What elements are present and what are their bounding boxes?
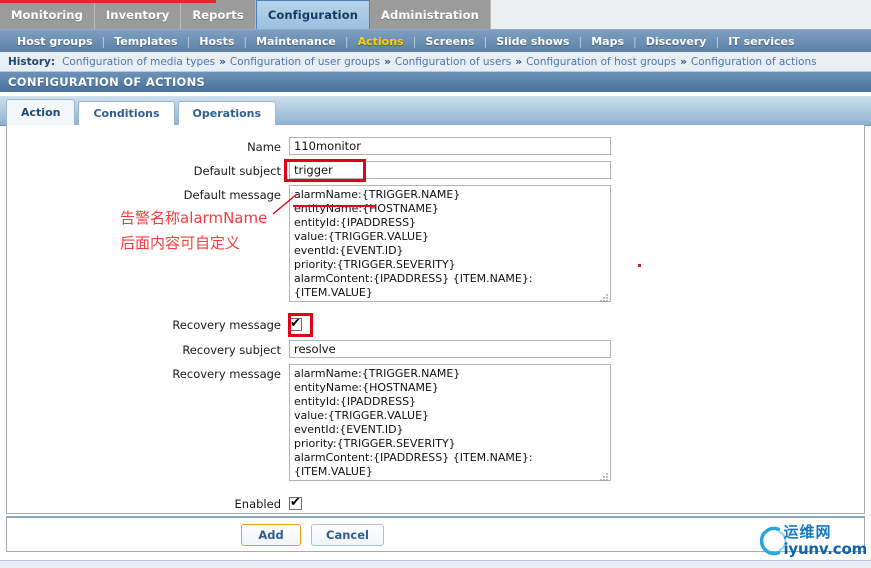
main-navigation-tabs: Monitoring Inventory Reports Configurati… [0,0,491,29]
sub-tab-screens[interactable]: Screens [416,35,483,48]
form-tab-strip: Action Conditions Operations [0,96,871,126]
main-tab-administration[interactable]: Administration [370,0,491,29]
recovery-message-toggle-label: Recovery message [172,318,281,332]
form-row-name: Name [7,137,864,155]
main-tab-monitoring[interactable]: Monitoring [0,0,95,29]
breadcrumb-separator: » [219,55,226,68]
form-row-enabled: Enabled [7,494,864,511]
form-row-default-message: Default message alarmName:{TRIGGER.NAME}… [7,185,864,305]
form-row-recovery-message: Recovery message alarmName:{TRIGGER.NAME… [7,364,864,484]
form-row-recovery-subject: Recovery subject [7,340,864,358]
sub-tab-host-groups[interactable]: Host groups [8,35,102,48]
main-tab-configuration[interactable]: Configuration [255,0,370,29]
page-bottom-edge [0,560,871,568]
breadcrumb-label: History: [8,55,56,68]
sub-tab-actions[interactable]: Actions [349,35,413,48]
add-button[interactable]: Add [241,523,301,546]
breadcrumb-separator: » [680,55,687,68]
recovery-message-checkbox[interactable] [289,316,302,331]
default-message-textarea[interactable]: alarmName:{TRIGGER.NAME} entityName:{HOS… [289,185,611,302]
default-subject-label: Default subject [193,164,281,178]
page-title: CONFIGURATION OF ACTIONS [0,72,871,92]
breadcrumb-item-user-groups[interactable]: Configuration of user groups [230,56,380,68]
sub-tab-discovery[interactable]: Discovery [637,35,716,48]
breadcrumb-separator: » [384,55,391,68]
enabled-checkbox[interactable] [289,495,302,510]
name-input[interactable] [289,137,611,155]
default-message-wrapper: alarmName:{TRIGGER.NAME} entityName:{HOS… [289,185,611,305]
tab-operations[interactable]: Operations [177,101,277,125]
recovery-message-label: Recovery message [172,367,281,381]
form-row-recovery-toggle: Recovery message [7,315,864,332]
top-accent-strip [0,0,216,3]
sub-tab-templates[interactable]: Templates [105,35,186,48]
cancel-button[interactable]: Cancel [311,523,384,546]
sub-tab-it-services[interactable]: IT services [719,35,803,48]
main-navigation: Monitoring Inventory Reports Configurati… [0,0,871,29]
breadcrumb-item-users[interactable]: Configuration of users [395,56,511,68]
breadcrumb-item-media-types[interactable]: Configuration of media types [62,56,215,68]
sub-navigation: Host groups | Templates | Hosts | Mainte… [0,29,871,52]
tab-conditions[interactable]: Conditions [78,101,175,125]
sub-tab-maintenance[interactable]: Maintenance [247,35,345,48]
enabled-label: Enabled [234,497,281,511]
breadcrumb-separator: » [515,55,523,68]
form-row-default-subject: Default subject [7,161,864,179]
recovery-message-textarea[interactable]: alarmName:{TRIGGER.NAME} entityName:{HOS… [289,364,611,481]
name-label: Name [247,140,281,154]
recovery-subject-label: Recovery subject [182,343,281,357]
breadcrumb: History: Configuration of media types » … [0,52,871,72]
sub-tab-maps[interactable]: Maps [582,35,633,48]
form-footer: Add Cancel [6,516,865,552]
action-form: Name Default subject Default message ala… [6,125,865,514]
breadcrumb-item-actions[interactable]: Configuration of actions [691,56,817,68]
default-message-label: Default message [183,188,281,202]
main-tab-inventory[interactable]: Inventory [94,0,182,29]
tab-action[interactable]: Action [6,99,76,125]
breadcrumb-item-host-groups[interactable]: Configuration of host groups [526,56,676,68]
recovery-subject-input[interactable] [289,340,611,358]
recovery-message-wrapper: alarmName:{TRIGGER.NAME} entityName:{HOS… [289,364,611,484]
main-tab-reports[interactable]: Reports [181,0,256,29]
sub-tab-hosts[interactable]: Hosts [190,35,243,48]
sub-tab-slide-shows[interactable]: Slide shows [487,35,578,48]
default-subject-input[interactable] [289,161,611,179]
